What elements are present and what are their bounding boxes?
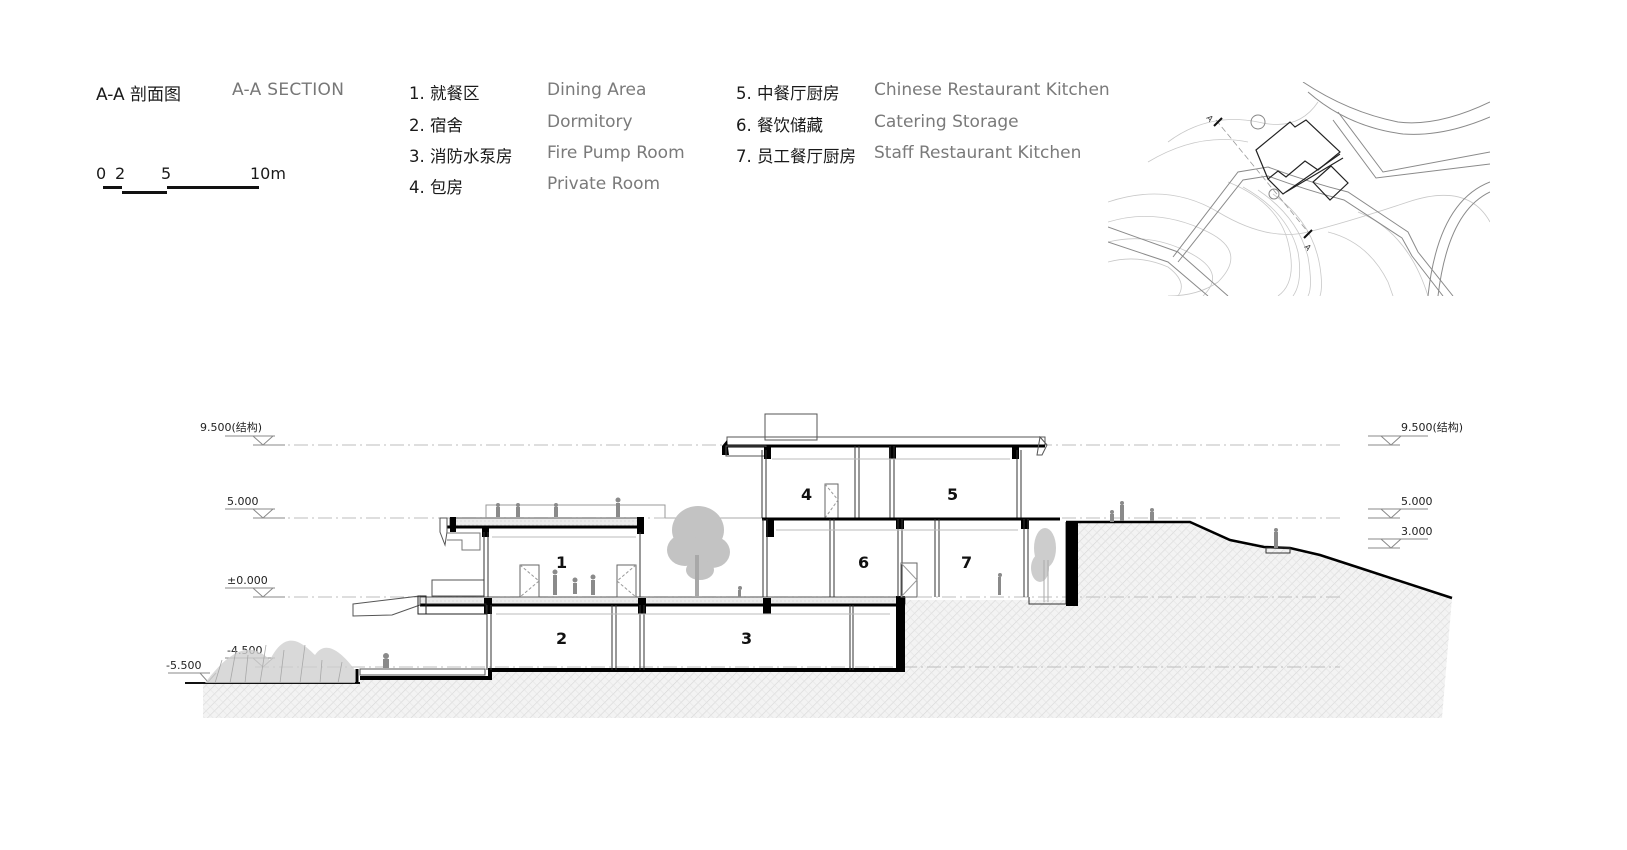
earth-fill <box>203 522 1452 718</box>
bamboo-lightwell <box>1031 528 1056 602</box>
level-label-left-4: -5.500 <box>166 659 201 672</box>
room-tag-4: 4 <box>801 485 812 504</box>
level-label-right-1: 5.000 <box>1401 495 1433 508</box>
person-figure <box>738 586 742 597</box>
level-marker-0000-left <box>225 587 285 598</box>
person-figure <box>1274 528 1278 548</box>
room-tag-6: 6 <box>858 553 869 572</box>
room-tag-7: 7 <box>961 553 972 572</box>
room-tag-2: 2 <box>556 629 567 648</box>
level-marker-5000-left <box>225 508 285 519</box>
person-figure <box>572 577 578 594</box>
tree-courtyard <box>667 506 730 597</box>
room-tag-5: 5 <box>947 485 958 504</box>
person-figure <box>383 653 389 668</box>
person-figure <box>552 569 558 595</box>
room-tag-1: 1 <box>556 553 567 572</box>
room-tag-3: 3 <box>741 629 752 648</box>
person-figure <box>615 497 621 517</box>
person-figure <box>1150 508 1154 521</box>
level-marker-3000-right <box>1368 538 1428 549</box>
level-marker-9500-left <box>225 435 285 446</box>
level-markers-right: 9.500(结构) 5.000 3.000 <box>1368 420 1463 549</box>
level-label-right-0: 9.500(结构) <box>1401 420 1463 434</box>
level-markers-left: 9.500(结构) 5.000 ±0.000 -4.500 -5.500 <box>166 420 360 684</box>
level-label-left-0: 9.500(结构) <box>200 420 262 434</box>
level-label-left-2: ±0.000 <box>227 574 268 587</box>
person-figure <box>998 573 1002 595</box>
person-figure <box>496 503 500 517</box>
person-figure <box>516 503 520 517</box>
level-label-right-2: 3.000 <box>1401 525 1433 538</box>
person-figure <box>590 574 596 595</box>
person-figure <box>1120 501 1124 521</box>
person-figure <box>554 503 558 517</box>
section-drawing: 9.500(结构) 5.000 ±0.000 -4.500 -5.500 9.5… <box>166 413 1463 718</box>
level-marker-5000-right <box>1368 508 1428 519</box>
level-marker-9500-right <box>1368 435 1428 446</box>
level-label-left-1: 5.000 <box>227 495 259 508</box>
person-figure <box>1110 510 1114 522</box>
